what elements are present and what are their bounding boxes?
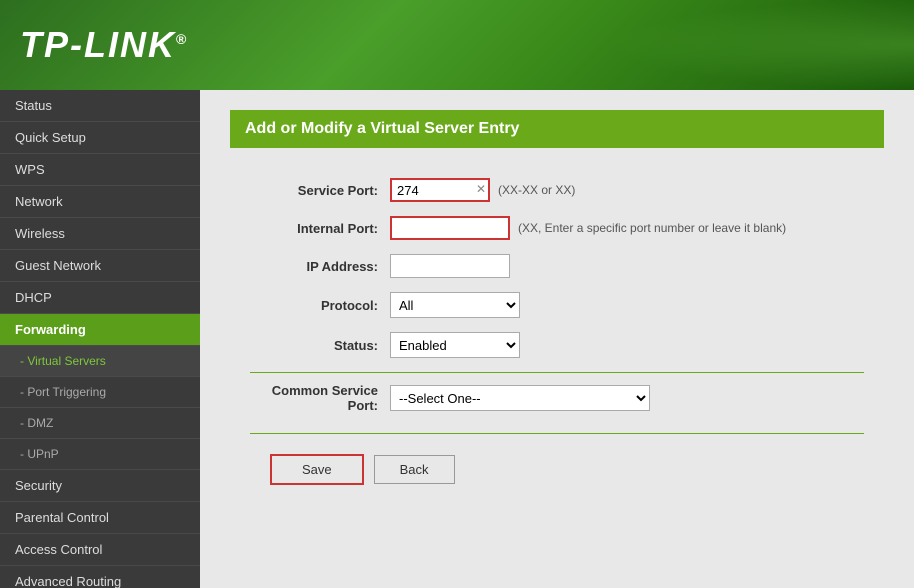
layout: Status Quick Setup WPS Network Wireless … <box>0 90 914 588</box>
service-port-label: Service Port: <box>250 183 390 198</box>
ip-address-input[interactable] <box>390 254 510 278</box>
button-row: Save Back <box>250 444 864 495</box>
sidebar-item-wireless[interactable]: Wireless <box>0 218 200 250</box>
sidebar-item-quick-setup[interactable]: Quick Setup <box>0 122 200 154</box>
content-area: Add or Modify a Virtual Server Entry Ser… <box>200 90 914 535</box>
sidebar-item-dmz[interactable]: - DMZ <box>0 408 200 439</box>
sidebar-item-security[interactable]: Security <box>0 470 200 502</box>
protocol-label: Protocol: <box>250 298 390 313</box>
logo: TP-LINK® <box>20 24 188 66</box>
service-port-row: Service Port: ✕ (XX-XX or XX) <box>250 178 864 202</box>
internal-port-row: Internal Port: (XX, Enter a specific por… <box>250 216 864 240</box>
protocol-select[interactable]: All TCP UDP TCP/UDP <box>390 292 520 318</box>
common-service-port-row: Common Service Port: --Select One-- FTP … <box>250 383 864 413</box>
form-section: Service Port: ✕ (XX-XX or XX) Internal P… <box>230 168 884 515</box>
sidebar-item-network[interactable]: Network <box>0 186 200 218</box>
common-service-port-label: Common Service Port: <box>250 383 390 413</box>
status-row: Status: Enabled Disabled <box>250 332 864 358</box>
sidebar-item-access-control[interactable]: Access Control <box>0 534 200 566</box>
main-content: Add or Modify a Virtual Server Entry Ser… <box>200 90 914 588</box>
divider-2 <box>250 433 864 434</box>
sidebar-item-forwarding[interactable]: Forwarding <box>0 314 200 346</box>
sidebar-item-guest-network[interactable]: Guest Network <box>0 250 200 282</box>
save-button[interactable]: Save <box>270 454 364 485</box>
sidebar: Status Quick Setup WPS Network Wireless … <box>0 90 200 588</box>
header: TP-LINK® <box>0 0 914 90</box>
sidebar-item-advanced-routing[interactable]: Advanced Routing <box>0 566 200 588</box>
internal-port-label: Internal Port: <box>250 221 390 236</box>
sidebar-item-virtual-servers[interactable]: - Virtual Servers <box>0 346 200 377</box>
back-button[interactable]: Back <box>374 455 455 484</box>
internal-port-hint: (XX, Enter a specific port number or lea… <box>518 221 786 235</box>
status-select[interactable]: Enabled Disabled <box>390 332 520 358</box>
sidebar-item-port-triggering[interactable]: - Port Triggering <box>0 377 200 408</box>
ip-address-label: IP Address: <box>250 259 390 274</box>
sidebar-item-status[interactable]: Status <box>0 90 200 122</box>
sidebar-item-upnp[interactable]: - UPnP <box>0 439 200 470</box>
ip-address-row: IP Address: <box>250 254 864 278</box>
sidebar-item-dhcp[interactable]: DHCP <box>0 282 200 314</box>
sidebar-item-wps[interactable]: WPS <box>0 154 200 186</box>
sidebar-item-parental-control[interactable]: Parental Control <box>0 502 200 534</box>
service-port-clear-button[interactable]: ✕ <box>476 182 486 196</box>
service-port-hint: (XX-XX or XX) <box>498 183 575 197</box>
common-service-port-select[interactable]: --Select One-- FTP HTTP HTTPS SMTP POP3 … <box>390 385 650 411</box>
service-port-wrapper: ✕ <box>390 178 490 202</box>
page-title: Add or Modify a Virtual Server Entry <box>230 110 884 148</box>
divider-1 <box>250 372 864 373</box>
status-label: Status: <box>250 338 390 353</box>
protocol-row: Protocol: All TCP UDP TCP/UDP <box>250 292 864 318</box>
internal-port-input[interactable] <box>390 216 510 240</box>
